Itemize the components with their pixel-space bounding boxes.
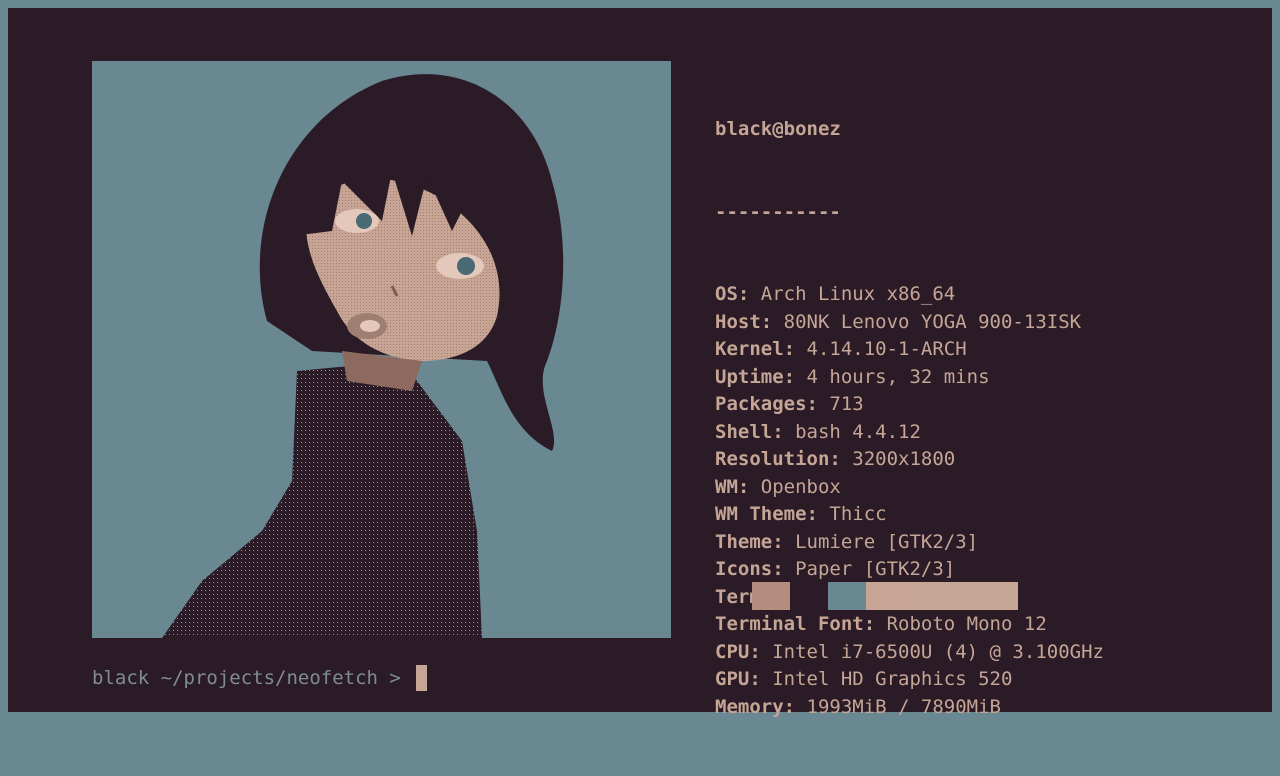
info-value: 3200x1800 bbox=[852, 448, 956, 470]
info-label: Theme bbox=[715, 530, 773, 553]
info-label: Terminal Font bbox=[715, 613, 864, 635]
info-row: Theme: Lumiere [GTK2/3] bbox=[715, 529, 1255, 557]
user-host-title: black@bonez bbox=[715, 118, 841, 140]
info-colon: : bbox=[783, 338, 807, 360]
info-colon: : bbox=[737, 283, 761, 305]
info-colon: : bbox=[806, 503, 830, 525]
info-row: OS: Arch Linux x86_64 bbox=[715, 281, 1255, 309]
info-row: Shell: bash 4.4.12 bbox=[715, 419, 1255, 447]
info-value: Lumiere [GTK2/3] bbox=[795, 530, 979, 553]
color-palette-bar bbox=[752, 582, 1018, 610]
info-colon: : bbox=[772, 558, 796, 580]
info-value: Intel i7-6500U (4) @ 3.100GHz bbox=[772, 640, 1104, 663]
info-value: Thicc bbox=[829, 503, 887, 525]
title-underline: ----------- bbox=[715, 200, 841, 223]
info-label: CPU bbox=[715, 640, 750, 663]
info-value: Openbox bbox=[760, 475, 841, 498]
system-info-panel: black@bonez ----------- OS: Arch Linux x… bbox=[715, 61, 1255, 776]
info-value: bash 4.4.12 bbox=[795, 420, 921, 443]
info-label: WM bbox=[715, 475, 738, 498]
info-colon: : bbox=[783, 695, 807, 718]
info-colon: : bbox=[783, 365, 807, 388]
info-value: 4.14.10-1-ARCH bbox=[806, 338, 967, 360]
info-value: Paper [GTK2/3] bbox=[795, 558, 956, 580]
info-row: GPU: Intel HD Graphics 520 bbox=[715, 666, 1255, 694]
info-colon: : bbox=[806, 393, 830, 415]
info-row: Terminal Font: Roboto Mono 12 bbox=[715, 611, 1255, 639]
info-colon: : bbox=[772, 530, 796, 553]
color-swatch bbox=[904, 582, 942, 610]
info-value: Arch Linux x86_64 bbox=[760, 283, 956, 305]
info-row: Host: 80NK Lenovo YOGA 900-13ISK bbox=[715, 309, 1255, 337]
info-colon: : bbox=[749, 668, 773, 690]
info-label: Packages bbox=[715, 393, 807, 415]
info-label: Uptime bbox=[715, 365, 784, 388]
info-value: 713 bbox=[829, 393, 864, 415]
info-value: 1993MiB / 7890MiB bbox=[806, 695, 1001, 718]
info-label: WM Theme bbox=[715, 503, 807, 525]
info-row: Icons: Paper [GTK2/3] bbox=[715, 556, 1255, 584]
prompt-text: black ~/projects/neofetch > bbox=[92, 667, 413, 689]
info-colon: : bbox=[829, 448, 853, 470]
info-row: WM: Openbox bbox=[715, 474, 1255, 502]
info-row: Memory: 1993MiB / 7890MiB bbox=[715, 694, 1255, 722]
terminal-window[interactable]: black@bonez ----------- OS: Arch Linux x… bbox=[8, 8, 1272, 718]
info-label: Resolution bbox=[715, 448, 830, 470]
info-colon: : bbox=[749, 640, 773, 663]
info-row: CPU: Intel i7-6500U (4) @ 3.100GHz bbox=[715, 639, 1255, 667]
info-colon: : bbox=[863, 613, 887, 635]
info-label: Kernel bbox=[715, 338, 784, 360]
shell-prompt[interactable]: black ~/projects/neofetch > bbox=[92, 665, 428, 691]
ascii-art-portrait bbox=[92, 61, 671, 638]
info-label: Memory bbox=[715, 695, 784, 718]
info-label: Host bbox=[715, 310, 761, 333]
color-swatch bbox=[752, 582, 790, 610]
info-colon: : bbox=[772, 420, 796, 443]
text-cursor bbox=[416, 665, 428, 691]
info-label: Icons bbox=[715, 558, 773, 580]
color-swatch bbox=[866, 582, 904, 610]
info-colon: : bbox=[737, 475, 761, 498]
color-swatch bbox=[790, 582, 828, 610]
info-row: Packages: 713 bbox=[715, 391, 1255, 419]
info-row: Kernel: 4.14.10-1-ARCH bbox=[715, 336, 1255, 364]
info-value: 4 hours, 32 mins bbox=[806, 365, 990, 388]
info-value: 80NK Lenovo YOGA 900-13ISK bbox=[783, 310, 1082, 333]
color-swatch bbox=[980, 582, 1018, 610]
info-value: Intel HD Graphics 520 bbox=[772, 668, 1013, 690]
info-label: GPU bbox=[715, 668, 750, 690]
info-value: Roboto Mono 12 bbox=[886, 613, 1047, 635]
info-colon: : bbox=[760, 310, 784, 333]
info-row: Resolution: 3200x1800 bbox=[715, 446, 1255, 474]
color-swatch bbox=[828, 582, 866, 610]
portrait-image bbox=[162, 74, 564, 638]
color-swatch bbox=[942, 582, 980, 610]
info-row: WM Theme: Thicc bbox=[715, 501, 1255, 529]
info-row: Uptime: 4 hours, 32 mins bbox=[715, 364, 1255, 392]
info-label: OS bbox=[715, 283, 738, 305]
info-label: Shell bbox=[715, 420, 773, 443]
